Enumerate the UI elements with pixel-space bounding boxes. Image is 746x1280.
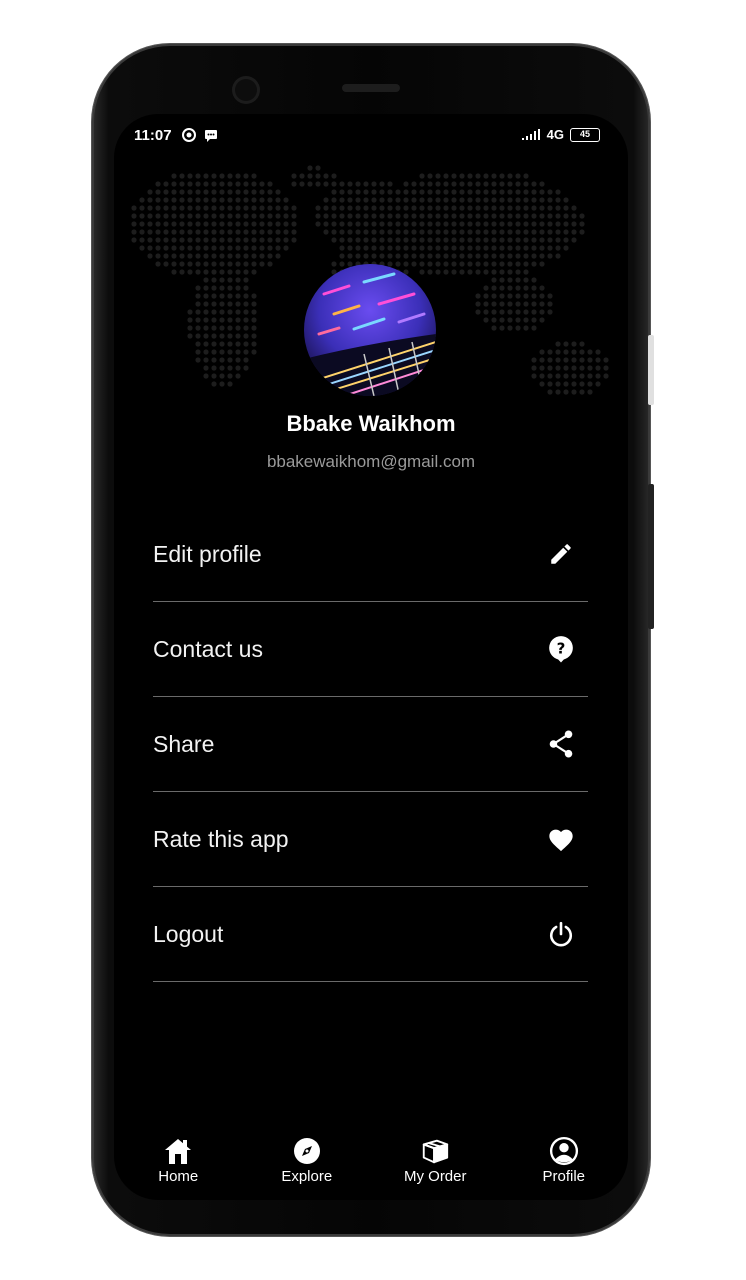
help-icon: ? bbox=[546, 634, 576, 664]
status-bar: 11:07 4G 45 bbox=[114, 114, 628, 158]
share-icon bbox=[546, 729, 576, 759]
app-screen: 11:07 4G 45 Bbake Waikhom bbakewaikhom@g… bbox=[114, 114, 628, 1200]
menu-item-share[interactable]: Share bbox=[153, 697, 588, 792]
power-icon bbox=[546, 919, 576, 949]
home-icon bbox=[163, 1136, 193, 1166]
power-button bbox=[648, 484, 654, 629]
avatar[interactable] bbox=[304, 264, 436, 396]
earpiece-speaker bbox=[342, 84, 400, 92]
front-camera bbox=[232, 76, 260, 104]
message-icon bbox=[205, 130, 217, 142]
svg-text:?: ? bbox=[557, 639, 566, 657]
box-icon bbox=[420, 1136, 450, 1166]
volume-button bbox=[648, 335, 654, 405]
menu-item-rate-app[interactable]: Rate this app bbox=[153, 792, 588, 887]
menu-item-logout[interactable]: Logout bbox=[153, 887, 588, 982]
nav-my-order-label: My Order bbox=[403, 1168, 467, 1185]
heart-icon bbox=[546, 824, 576, 854]
nav-profile-label: Profile bbox=[542, 1168, 586, 1185]
bottom-navigation: Home Explore My Order Profile bbox=[114, 1110, 628, 1200]
nav-home-label: Home bbox=[158, 1168, 199, 1185]
nav-explore-label: Explore bbox=[281, 1168, 333, 1185]
menu-item-contact-us[interactable]: Contact us ? bbox=[153, 602, 588, 697]
location-icon bbox=[182, 128, 196, 142]
menu-item-edit-profile[interactable]: Edit profile bbox=[153, 507, 588, 602]
menu-item-label: Rate this app bbox=[153, 825, 289, 852]
menu-item-label: Contact us bbox=[153, 635, 263, 662]
user-name: Bbake Waikhom bbox=[286, 411, 456, 436]
pencil-icon bbox=[546, 539, 576, 569]
neon-guitar-avatar-icon bbox=[304, 264, 436, 396]
menu-item-label: Logout bbox=[153, 920, 224, 947]
menu-item-label: Edit profile bbox=[153, 540, 262, 567]
menu-item-label: Share bbox=[153, 730, 215, 757]
status-time: 11:07 bbox=[134, 127, 172, 144]
user-icon bbox=[549, 1136, 579, 1166]
network-type: 4G bbox=[546, 127, 564, 142]
nav-explore[interactable]: Explore bbox=[257, 1136, 357, 1185]
profile-menu: Edit profile Contact us ? Share Rate thi… bbox=[153, 507, 588, 982]
user-email: bbakewaikhom@gmail.com bbox=[266, 452, 476, 471]
compass-icon bbox=[292, 1136, 322, 1166]
nav-profile[interactable]: Profile bbox=[514, 1136, 614, 1185]
battery-indicator: 45 bbox=[570, 127, 600, 142]
signal-icon bbox=[521, 128, 540, 140]
nav-my-order[interactable]: My Order bbox=[385, 1136, 485, 1185]
nav-home[interactable]: Home bbox=[128, 1136, 228, 1185]
